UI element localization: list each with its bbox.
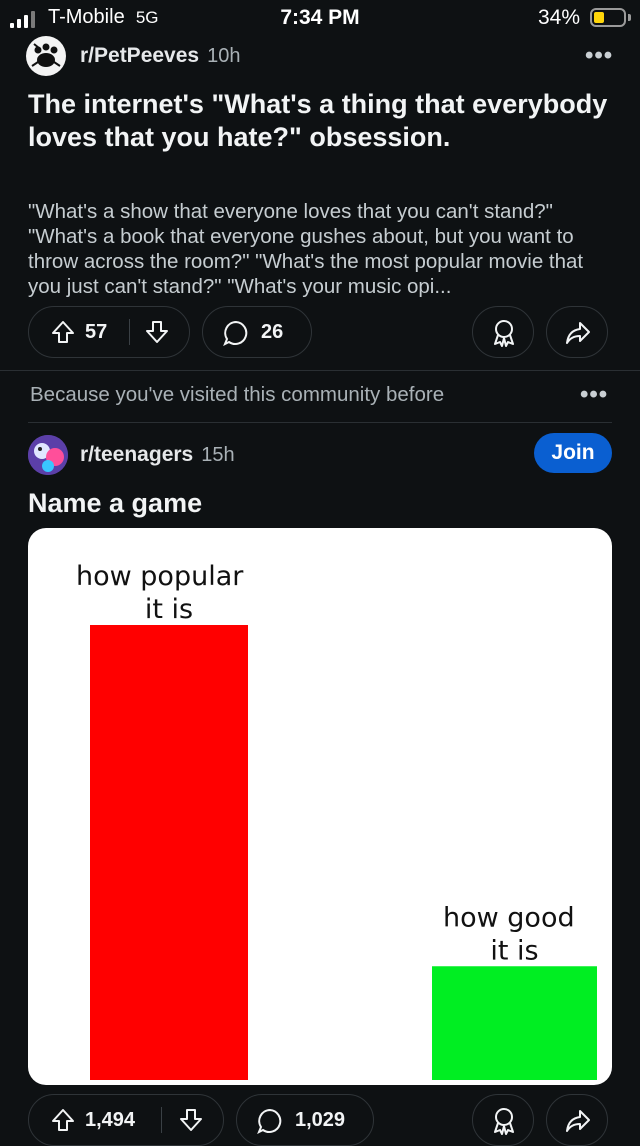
bar-chart: how popularit ishow goodit is <box>76 561 597 1080</box>
post-image[interactable]: how popular it is how good it is <box>28 528 612 1085</box>
subreddit-avatar[interactable] <box>26 36 66 76</box>
post-petpeeves[interactable]: r/PetPeeves 10h ••• The internet's "What'… <box>0 36 640 370</box>
share-icon <box>566 322 590 344</box>
comment-count-teenagers: 1,029 <box>295 1109 346 1131</box>
battery-nub <box>628 14 631 21</box>
award-icon-teenagers <box>494 1108 514 1135</box>
upvote-icon-teenagers[interactable] <box>51 1108 75 1132</box>
post-options-button[interactable]: ••• <box>585 42 613 70</box>
comments-button[interactable]: 26 <box>202 306 312 358</box>
comment-icon-teenagers <box>257 1108 282 1134</box>
battery-percentage: 34% <box>538 6 581 29</box>
downvote-icon[interactable] <box>145 320 169 344</box>
comment-icon <box>223 320 248 346</box>
vote-bar: 57 <box>28 306 190 358</box>
recommendation-divider <box>28 422 612 423</box>
post-title-teenagers[interactable]: Name a game <box>28 487 202 520</box>
battery-icon <box>590 8 626 27</box>
subreddit-link-teenagers[interactable]: r/teenagers 15h <box>80 443 235 467</box>
share-button-teenagers[interactable] <box>546 1094 608 1146</box>
upvote-icon[interactable] <box>51 320 75 344</box>
downvote-icon-teenagers[interactable] <box>179 1108 203 1132</box>
recommendation-options-button[interactable]: ••• <box>580 381 608 409</box>
share-button[interactable] <box>546 306 608 358</box>
bar-label-1-line-0: how good <box>443 902 575 933</box>
post-age-teenagers: 15h <box>201 444 235 466</box>
subreddit-avatar-teenagers[interactable] <box>28 435 68 475</box>
paw-icon <box>31 43 61 67</box>
bar-how-good <box>432 966 597 1080</box>
upvote-count-teenagers: 1,494 <box>85 1109 136 1131</box>
subreddit-link[interactable]: r/PetPeeves 10h <box>80 44 240 68</box>
bar-how-popular <box>90 625 248 1080</box>
share-icon-teenagers <box>566 1110 590 1132</box>
bar-label-0-line-0: how popular <box>76 561 244 592</box>
award-icon <box>494 320 514 347</box>
award-button-teenagers[interactable] <box>472 1094 534 1146</box>
post-title[interactable]: The internet's "What's a thing that ever… <box>28 88 608 154</box>
comment-count: 26 <box>261 321 284 343</box>
bar-label-0-line-1: it is <box>145 594 193 625</box>
post-body[interactable]: "What's a show that everyone loves that … <box>28 199 618 299</box>
upvote-count: 57 <box>85 321 108 343</box>
status-bar: T-Mobile 5G 7:34 PM 34% <box>0 0 640 36</box>
post-age: 10h <box>207 45 241 67</box>
feed-divider <box>0 370 640 371</box>
vote-bar-teenagers: 1,494 <box>28 1094 224 1146</box>
comments-button-teenagers[interactable]: 1,029 <box>236 1094 374 1146</box>
recommendation-reason: Because you've visited this community be… <box>30 383 445 406</box>
award-button[interactable] <box>472 306 534 358</box>
join-button[interactable]: Join <box>534 433 612 473</box>
bar-label-1-line-1: it is <box>490 935 538 966</box>
teenagers-avatar-icon <box>28 435 68 475</box>
